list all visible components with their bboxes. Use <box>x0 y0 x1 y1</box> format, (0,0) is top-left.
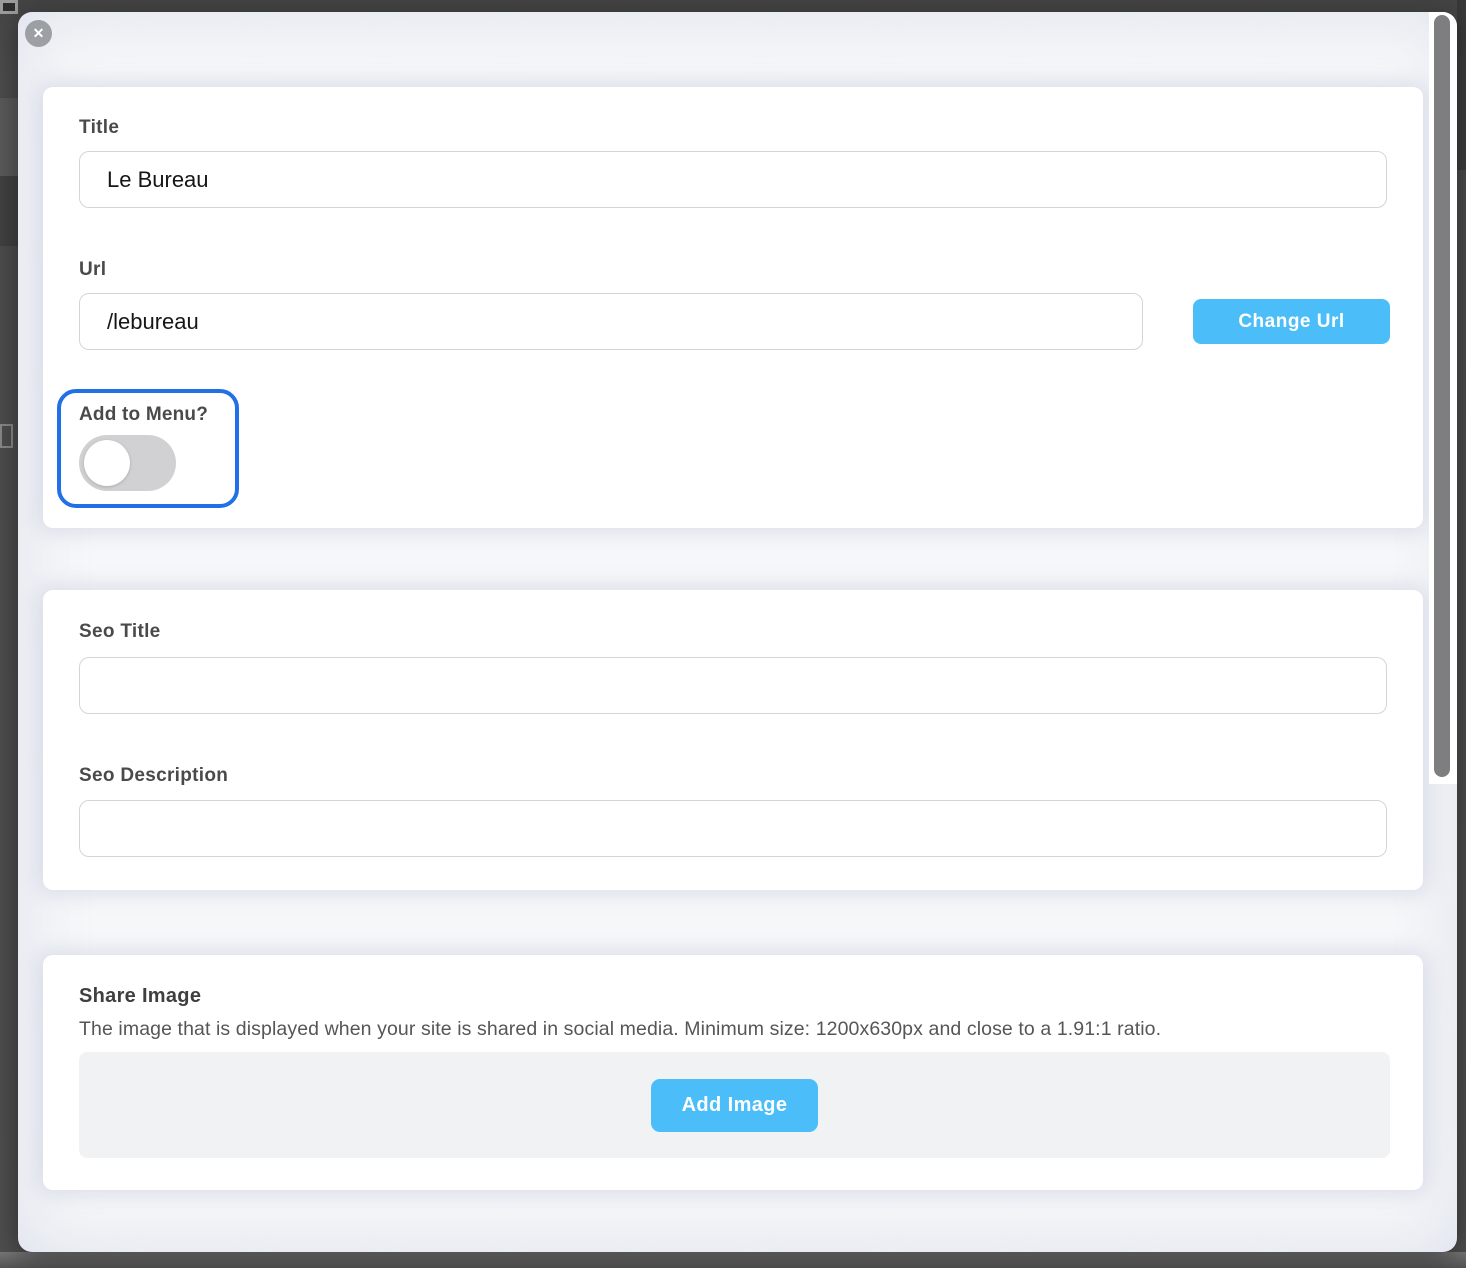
add-to-menu-group: Add to Menu? <box>57 389 239 508</box>
scrollbar-track[interactable] <box>1429 12 1457 784</box>
url-label: Url <box>79 259 106 281</box>
background-window-edge <box>0 98 18 176</box>
seo-title-label: Seo Title <box>79 621 161 643</box>
seo-settings-card: Seo Title Seo Description <box>43 590 1423 890</box>
share-image-description: The image that is displayed when your si… <box>79 1018 1161 1041</box>
close-icon: ✕ <box>33 20 45 47</box>
toggle-knob <box>84 440 130 486</box>
background-window-icon <box>0 424 13 448</box>
url-input[interactable] <box>79 293 1143 350</box>
general-settings-card: Title Url Change Url Add to Menu? <box>43 87 1423 528</box>
seo-description-label: Seo Description <box>79 765 228 787</box>
title-input[interactable] <box>79 151 1387 208</box>
close-button[interactable]: ✕ <box>25 20 52 47</box>
change-url-button[interactable]: Change Url <box>1193 299 1390 344</box>
add-to-menu-label: Add to Menu? <box>79 404 208 426</box>
share-image-dropzone: Add Image <box>79 1052 1390 1158</box>
background-window-edge <box>0 1252 1466 1268</box>
share-image-card: Share Image The image that is displayed … <box>43 955 1423 1190</box>
add-to-menu-toggle[interactable] <box>79 435 176 491</box>
add-image-button[interactable]: Add Image <box>651 1079 818 1132</box>
share-image-heading: Share Image <box>79 985 201 1008</box>
background-window-edge <box>0 176 18 246</box>
background-window-edge <box>1457 0 1466 170</box>
seo-title-input[interactable] <box>79 657 1387 714</box>
page-settings-modal: ✕ Title Url Change Url Add to Menu? Seo … <box>18 12 1457 1252</box>
scrollbar-thumb[interactable] <box>1434 15 1450 777</box>
seo-description-input[interactable] <box>79 800 1387 857</box>
background-window-icon <box>0 0 18 14</box>
screen: ✕ Title Url Change Url Add to Menu? Seo … <box>0 0 1466 1268</box>
title-label: Title <box>79 117 119 139</box>
